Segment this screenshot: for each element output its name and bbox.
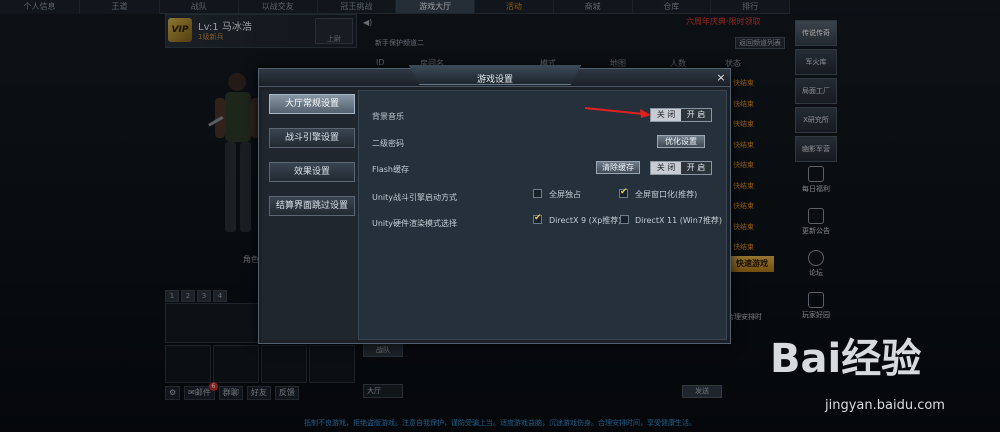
fullscreen-windowed-label: 全屏窗口化(推荐) (635, 190, 698, 199)
flash-cache-label: Flash缓存 (372, 165, 409, 174)
annotation-arrow-icon (584, 107, 651, 118)
flash-toggle: 关 闭 开 启 (650, 161, 712, 175)
settings-content: 背景音乐 关 闭 开 启 二级密码 优化设置 Flash缓存 清除缓存 关 闭 … (358, 90, 727, 340)
tab-lobby-settings[interactable]: 大厅常规设置 (269, 94, 355, 114)
tab-effect-settings[interactable]: 效果设置 (269, 162, 355, 182)
unity-render-label: Unity硬件渲染模式选择 (372, 219, 458, 228)
watermark-url: jingyan.baidu.com (825, 398, 945, 413)
fullscreen-windowed-checkbox[interactable] (619, 187, 628, 198)
second-password-label: 二级密码 (372, 139, 404, 148)
bgm-off-button[interactable]: 关 闭 (651, 109, 681, 121)
game-settings-dialog: 游戏设置 × 大厅常规设置 战斗引擎设置 效果设置 结算界面跳过设置 背景音乐 … (258, 65, 731, 344)
tab-battle-engine-settings[interactable]: 战斗引擎设置 (269, 128, 355, 148)
second-password-button[interactable]: 优化设置 (657, 135, 705, 148)
fullscreen-exclusive-checkbox[interactable] (533, 189, 542, 198)
directx9-label: DirectX 9 (Xp推荐) (549, 216, 622, 225)
fullscreen-exclusive-label: 全屏独占 (549, 190, 581, 199)
directx11-checkbox[interactable] (620, 215, 629, 224)
baidu-jingyan-watermark-logo: Bai经验 (770, 336, 922, 382)
tab-result-skip-settings[interactable]: 结算界面跳过设置 (269, 196, 355, 216)
bgm-on-button[interactable]: 开 启 (681, 109, 711, 121)
bgm-toggle: 关 闭 开 启 (650, 108, 712, 122)
flash-on-button[interactable]: 开 启 (681, 162, 711, 174)
close-icon[interactable]: × (715, 72, 727, 84)
settings-sidebar: 大厅常规设置 战斗引擎设置 效果设置 结算界面跳过设置 (262, 90, 358, 340)
directx11-label: DirectX 11 (Win7推荐) (635, 216, 723, 225)
unity-launch-label: Unity战斗引擎启动方式 (372, 193, 458, 202)
dialog-title: 游戏设置 (476, 75, 513, 85)
flash-off-button[interactable]: 关 闭 (651, 162, 681, 174)
bgm-label: 背景音乐 (372, 112, 404, 121)
clear-cache-button[interactable]: 清除缓存 (596, 161, 640, 174)
directx9-checkbox[interactable] (533, 213, 542, 224)
